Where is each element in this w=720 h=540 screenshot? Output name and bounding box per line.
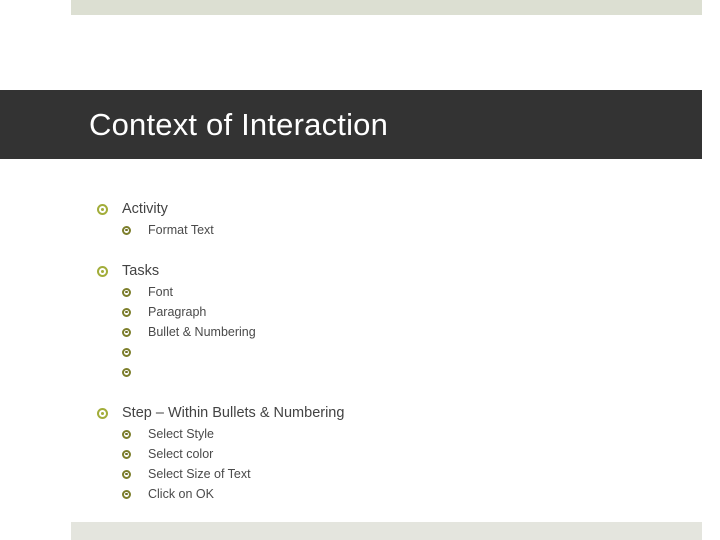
bullseye-bullet-icon: [122, 220, 148, 240]
slide-title: Context of Interaction: [89, 107, 389, 142]
slide-canvas: { "slide": { "title": "Context of Intera…: [0, 0, 720, 540]
bullseye-bullet-icon: [122, 484, 148, 504]
outline-item-label: Format Text: [148, 223, 214, 237]
outline-item-label: Select Style: [148, 427, 215, 441]
outline-item-level2[interactable]: Font: [0, 282, 720, 302]
bullseye-bullet-icon: [122, 302, 148, 322]
outline-item-level1[interactable]: Activity: [0, 198, 720, 220]
outline-item-level2[interactable]: Click on OK: [0, 484, 720, 504]
outline-item-level2[interactable]: Format Text: [0, 220, 720, 240]
outline-item-level2[interactable]: Bullet & Numbering: [0, 322, 720, 342]
outline-item-label: Tasks: [122, 263, 160, 279]
outline-group-step: Step – Within Bullets & Numbering Select…: [0, 402, 720, 504]
bullseye-bullet-icon: [97, 260, 122, 282]
bullseye-bullet-icon: [97, 402, 122, 424]
outline-item-label: Select Size of Text: [148, 467, 251, 481]
outline-item-level2-empty[interactable]: [0, 342, 720, 362]
outline-item-label: Font: [148, 285, 174, 299]
bullseye-bullet-icon: [122, 282, 148, 302]
bullseye-bullet-icon: [122, 342, 148, 362]
bullseye-bullet-icon: [97, 198, 122, 220]
outline-item-label: Paragraph: [148, 305, 207, 319]
bullseye-bullet-icon: [122, 424, 148, 444]
outline-item-level2[interactable]: Select Size of Text: [0, 464, 720, 484]
outline-group-activity: Activity Format Text: [0, 198, 720, 240]
outline-item-label: Click on OK: [148, 487, 214, 501]
bottom-accent-band: [71, 522, 702, 540]
bullseye-bullet-icon: [122, 444, 148, 464]
bullseye-bullet-icon: [122, 464, 148, 484]
outline-item-label: Bullet & Numbering: [148, 325, 256, 339]
outline-item-label: Activity: [122, 201, 168, 217]
slide-body-outline: Activity Format Text Tasks Font Paragrap…: [0, 198, 720, 504]
outline-item-level2[interactable]: Select Style: [0, 424, 720, 444]
outline-item-level1[interactable]: Tasks: [0, 260, 720, 282]
outline-item-label: Step – Within Bullets & Numbering: [122, 405, 345, 421]
outline-group-tasks: Tasks Font Paragraph Bullet & Numbering: [0, 260, 720, 382]
bullseye-bullet-icon: [122, 322, 148, 342]
outline-item-label: Select color: [148, 447, 214, 461]
outline-item-level2[interactable]: Select color: [0, 444, 720, 464]
outline-item-level2-empty[interactable]: [0, 362, 720, 382]
top-accent-band: [71, 0, 702, 15]
outline-item-level1[interactable]: Step – Within Bullets & Numbering: [0, 402, 720, 424]
outline-item-level2[interactable]: Paragraph: [0, 302, 720, 322]
bullseye-bullet-icon: [122, 362, 148, 382]
